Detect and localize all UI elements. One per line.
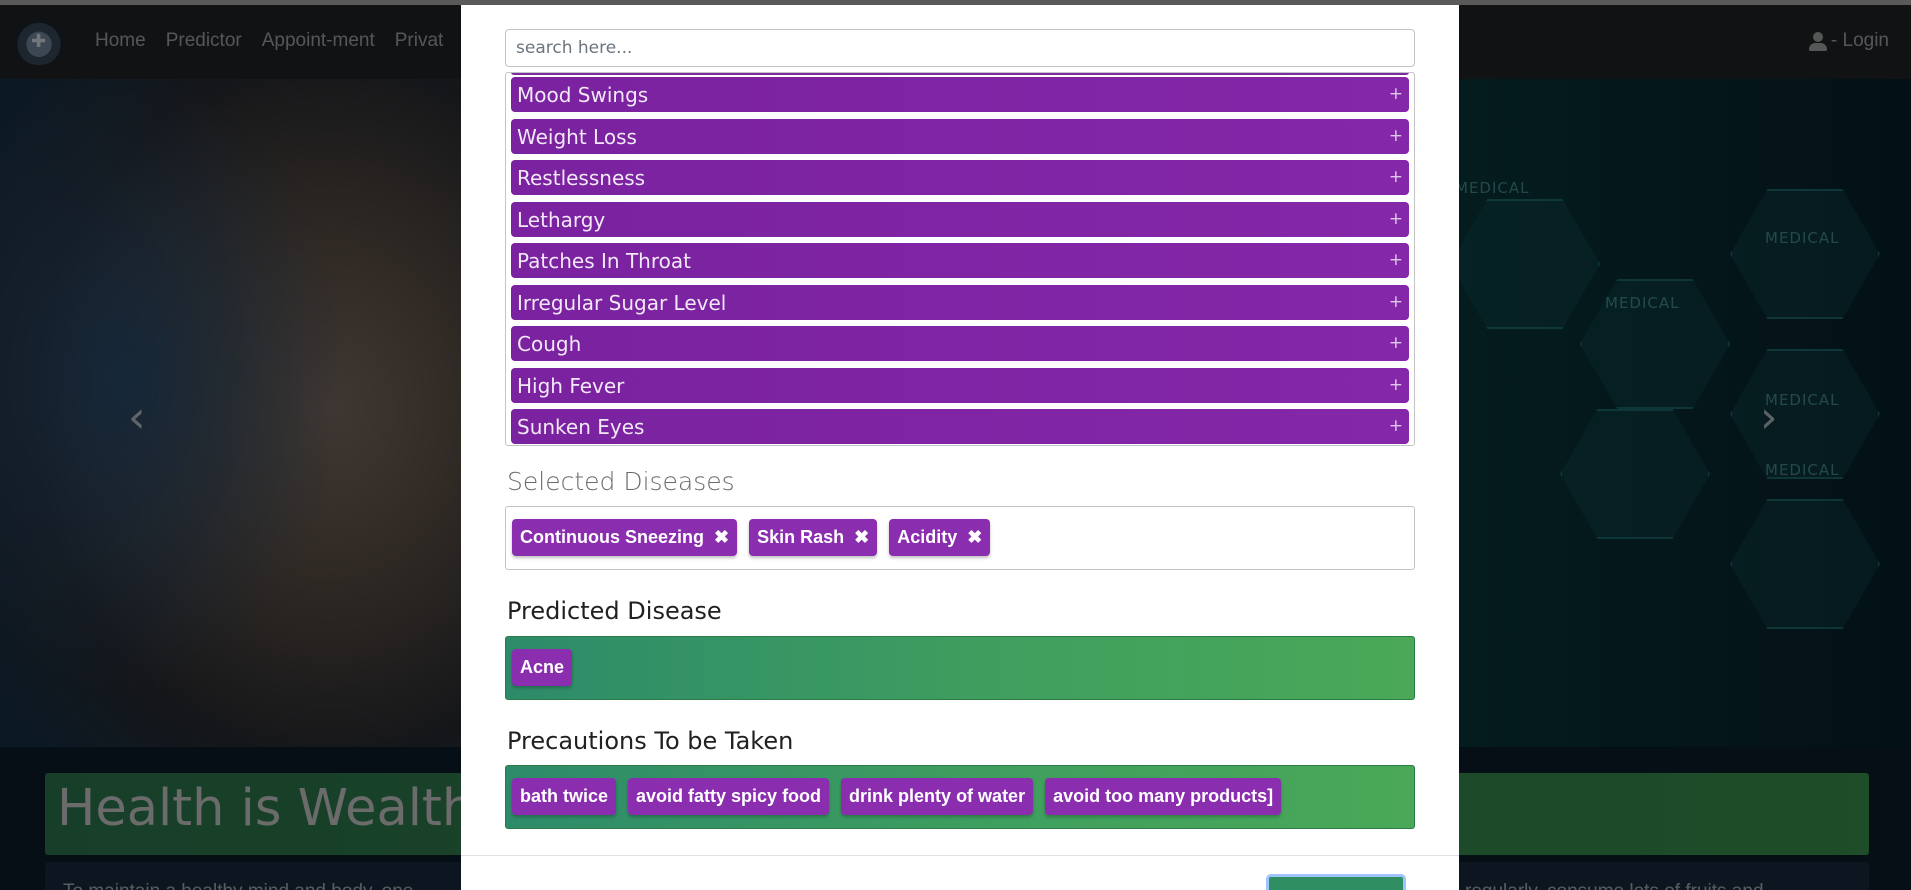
symptom-item-mood-swings[interactable]: Mood Swings + (511, 77, 1409, 112)
modal-footer-divider (461, 855, 1459, 856)
symptom-label: Patches In Throat (517, 248, 691, 273)
symptom-modal: Mood Swings + Weight Loss + Restlessness… (461, 5, 1459, 890)
predicted-disease-box: Acne (505, 636, 1415, 700)
precaution-chip: avoid too many products] (1045, 778, 1282, 815)
precautions-heading: Precautions To be Taken (507, 727, 794, 755)
symptom-item-weight-loss[interactable]: Weight Loss + (511, 119, 1409, 154)
precaution-chip: drink plenty of water (841, 778, 1034, 815)
selected-chip: Continuous Sneezing ✖ (512, 519, 738, 556)
symptom-label: Sunken Eyes (517, 414, 645, 439)
symptom-item-sunken-eyes[interactable]: Sunken Eyes + (511, 409, 1409, 444)
symptom-item-irregular-sugar-level[interactable]: Irregular Sugar Level + (511, 285, 1409, 320)
precaution-chip: avoid fatty spicy food (628, 778, 830, 815)
predicted-disease-heading: Predicted Disease (507, 597, 722, 625)
precaution-chips: bath twice avoid fatty spicy food drink … (512, 778, 1282, 815)
remove-icon[interactable]: ✖ (714, 527, 729, 548)
symptom-item-cough[interactable]: Cough + (511, 326, 1409, 361)
symptom-item-restlessness[interactable]: Restlessness + (511, 160, 1409, 195)
symptom-label: High Fever (517, 373, 625, 398)
precautions-box: bath twice avoid fatty spicy food drink … (505, 765, 1415, 829)
predicted-chips: Acne (512, 649, 573, 686)
add-icon[interactable]: + (1389, 167, 1403, 187)
selected-diseases-heading: Selected Diseases (507, 467, 735, 496)
add-icon[interactable]: + (1389, 84, 1403, 104)
chip-label: Skin Rash (757, 527, 845, 547)
add-icon[interactable]: + (1389, 209, 1403, 229)
symptom-search-input[interactable] (505, 29, 1415, 67)
add-icon[interactable]: + (1389, 292, 1403, 312)
selected-chip: Acidity ✖ (889, 519, 991, 556)
add-icon[interactable]: + (1389, 333, 1403, 353)
symptom-item-lethargy[interactable]: Lethargy + (511, 202, 1409, 237)
symptom-label: Mood Swings (517, 82, 649, 107)
symptom-label: Cough (517, 331, 582, 356)
modal-footer-button[interactable] (1266, 874, 1406, 890)
add-icon[interactable]: + (1389, 416, 1403, 436)
add-icon[interactable]: + (1389, 375, 1403, 395)
symptom-item-high-fever[interactable]: High Fever + (511, 368, 1409, 403)
remove-icon[interactable]: ✖ (967, 527, 982, 548)
add-icon[interactable]: + (1389, 250, 1403, 270)
symptom-list[interactable]: Mood Swings + Weight Loss + Restlessness… (505, 72, 1415, 446)
remove-icon[interactable]: ✖ (854, 527, 869, 548)
symptom-label: Irregular Sugar Level (517, 290, 727, 315)
symptom-label: Restlessness (517, 165, 646, 190)
add-icon[interactable]: + (1389, 126, 1403, 146)
precaution-chip: bath twice (512, 778, 617, 815)
predicted-disease-chip: Acne (512, 649, 573, 686)
symptom-item-partial[interactable] (511, 73, 1409, 75)
chip-label: Acidity (897, 527, 958, 547)
selected-diseases-box: Continuous Sneezing ✖ Skin Rash ✖ Acidit… (505, 506, 1415, 570)
symptom-item-patches-in-throat[interactable]: Patches In Throat + (511, 243, 1409, 278)
symptom-label: Lethargy (517, 207, 606, 232)
chip-label: Continuous Sneezing (520, 527, 704, 547)
selected-chips: Continuous Sneezing ✖ Skin Rash ✖ Acidit… (512, 519, 991, 556)
selected-chip: Skin Rash ✖ (749, 519, 878, 556)
symptom-label: Weight Loss (517, 124, 637, 149)
